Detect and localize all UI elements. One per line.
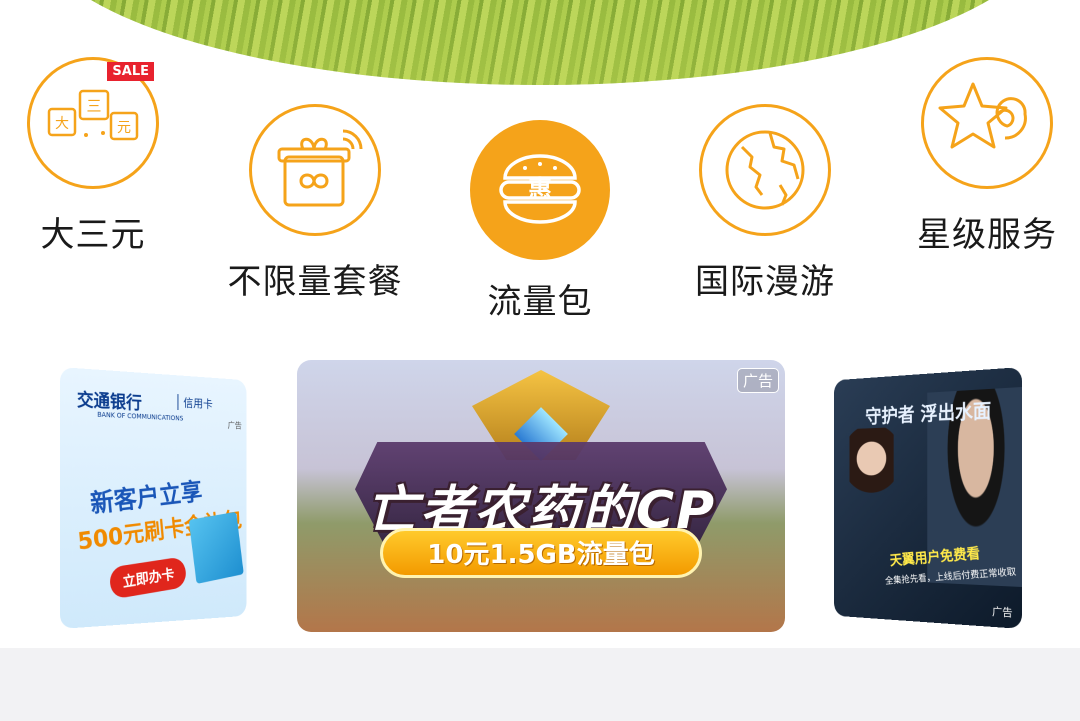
hui-char: 惠 (528, 175, 552, 203)
category-label: 不限量套餐 (227, 262, 403, 302)
gift-infinity-icon (249, 104, 381, 236)
price-pill: 10元1.5GB流量包 (380, 528, 702, 578)
star-icon (921, 57, 1053, 189)
gift-box-icon (188, 511, 244, 584)
apply-card-button[interactable]: 立即办卡 (108, 556, 188, 600)
category-label: 大三元 (40, 215, 146, 255)
category-data-pack[interactable]: 惠 流量包 (430, 120, 650, 323)
category-label: 国际漫游 (695, 262, 835, 302)
category-unlimited[interactable]: 不限量套餐 (205, 104, 425, 303)
sale-badge: SALE (107, 62, 154, 81)
category-label: 星级服务 (917, 215, 1057, 255)
ad-label: 广告 (992, 605, 1013, 620)
category-star-service[interactable]: 星级服务 (877, 57, 1080, 256)
banner-carousel[interactable]: 交通银行 BANK OF COMMUNICATIONS 信用卡 广告 新客户立享… (0, 355, 1080, 645)
dice-char: 大 (55, 116, 69, 132)
card-type: 信用卡 (177, 394, 213, 412)
actor-image (849, 427, 894, 530)
dice-icon: 大 三 元 SALE (27, 57, 159, 189)
banner-credit-card[interactable]: 交通银行 BANK OF COMMUNICATIONS 信用卡 广告 新客户立享… (60, 367, 247, 629)
ad-label: 广告 (227, 421, 242, 432)
ad-label: 广告 (736, 368, 779, 393)
banner-game-data-pack[interactable]: 亡者农药的CP 10元1.5GB流量包 广告 (297, 360, 785, 632)
banner-tv-show[interactable]: 守护者 浮出水面 天翼用户免费看 全集抢先看，上线后付费正常收取 广告 (834, 367, 1022, 629)
section-divider (0, 648, 1080, 721)
burger-hui-icon: 惠 (470, 120, 610, 260)
globe-icon (699, 104, 831, 236)
category-dasanyuan[interactable]: 大 三 元 SALE 大三元 (0, 57, 203, 256)
category-roaming[interactable]: 国际漫游 (655, 104, 875, 303)
show-title: 守护者 浮出水面 (865, 398, 992, 428)
dice-char: 三 (86, 97, 101, 115)
dice-char: 元 (117, 120, 131, 136)
bank-name-en: BANK OF COMMUNICATIONS (97, 410, 184, 423)
category-label: 流量包 (487, 282, 593, 322)
